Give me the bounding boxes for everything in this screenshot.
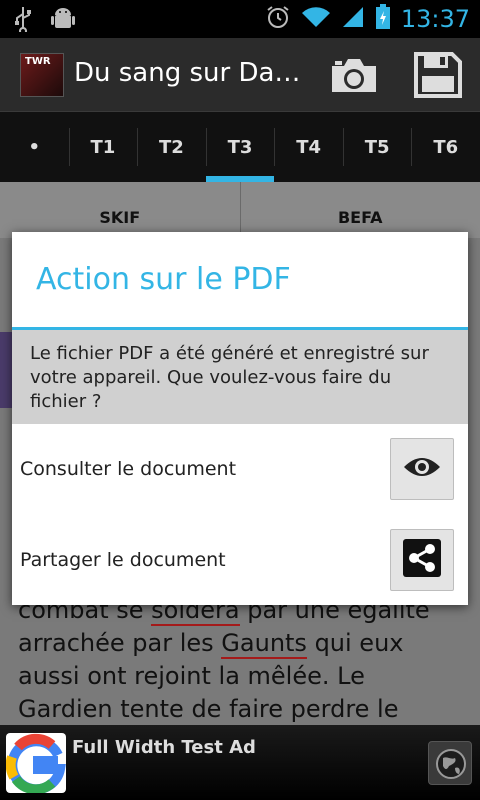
subtab-befa[interactable]: BEFA: [239, 182, 480, 238]
alarm-icon: [265, 4, 291, 34]
tab-label: T2: [159, 136, 184, 158]
tab-label: T5: [364, 136, 390, 158]
share-icon: [403, 539, 441, 581]
tab-label: •: [28, 136, 41, 158]
wifi-icon: [301, 5, 331, 33]
app-logo-text: TWR: [25, 56, 51, 67]
option-label: Consulter le document: [20, 458, 237, 480]
story-line: Gardien tente de faire perdre le: [18, 695, 399, 723]
tab-t2[interactable]: T2: [137, 112, 206, 182]
camera-button[interactable]: [328, 50, 380, 100]
app-title: Du sang sur Da…: [74, 58, 301, 88]
signal-icon: [341, 5, 365, 33]
tab-label: T6: [433, 136, 459, 158]
story-text: combat se soldera par une égalité arrach…: [18, 594, 468, 725]
tab-t4[interactable]: T4: [274, 112, 343, 182]
android-debug-icon: [50, 6, 76, 36]
action-bar: TWR Du sang sur Da…: [0, 38, 480, 112]
dialog-message: Le fichier PDF a été généré et enregistr…: [12, 330, 468, 424]
tab-label: T1: [90, 136, 116, 158]
google-logo-icon: [6, 733, 66, 793]
tab-t5[interactable]: T5: [342, 112, 412, 182]
tab-bullet[interactable]: •: [0, 112, 69, 182]
option-view-document[interactable]: Consulter le document: [12, 424, 468, 514]
tab-t1[interactable]: T1: [68, 112, 138, 182]
ad-banner[interactable]: Full Width Test Ad: [0, 725, 480, 800]
ad-text: Full Width Test Ad: [72, 737, 256, 758]
subtabs: SKIF BEFA: [0, 182, 480, 238]
story-line: arrachée par les Gaunts qui eux: [18, 629, 404, 659]
app-logo[interactable]: TWR: [20, 53, 64, 97]
tab-t3[interactable]: T3: [205, 112, 275, 182]
camera-icon: [328, 59, 380, 104]
dialog-title: Action sur le PDF: [36, 262, 291, 297]
eye-icon: [402, 453, 442, 485]
chapter-tabs: • T1 T2 T3 T4 T5 T6: [0, 112, 480, 182]
save-button[interactable]: [412, 50, 464, 100]
floppy-disk-icon: [412, 52, 464, 104]
clock: 13:37: [400, 5, 470, 33]
tab-label: T4: [296, 136, 321, 158]
subtab-skif[interactable]: SKIF: [0, 182, 240, 238]
globe-icon[interactable]: [428, 741, 472, 785]
view-document-button[interactable]: [390, 438, 454, 500]
option-label: Partager le document: [20, 549, 226, 571]
status-bar: 13:37: [0, 0, 480, 38]
share-document-button[interactable]: [390, 529, 454, 591]
battery-icon: [375, 4, 391, 34]
option-share-document[interactable]: Partager le document: [12, 515, 468, 605]
pdf-action-dialog: Action sur le PDF Le fichier PDF a été g…: [12, 232, 468, 605]
story-line: aussi ont rejoint la mêlée. Le: [18, 662, 365, 690]
tab-t6[interactable]: T6: [411, 112, 480, 182]
usb-icon: [14, 6, 32, 36]
tab-label: T3: [227, 136, 253, 158]
underlined-word[interactable]: Gaunts: [221, 629, 307, 659]
